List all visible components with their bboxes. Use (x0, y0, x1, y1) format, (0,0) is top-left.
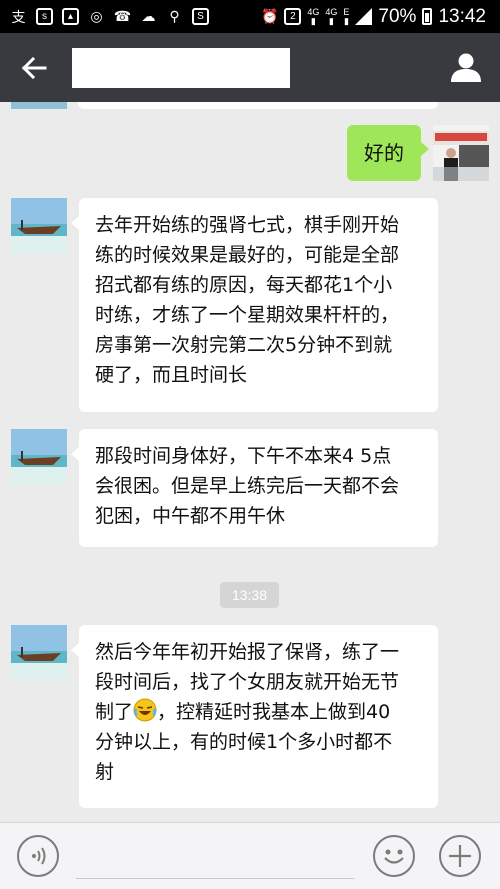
message-line: 时练，才练了一个星期效果杆杆的， (95, 304, 400, 326)
plus-icon (449, 845, 471, 867)
input-bar (0, 822, 500, 889)
message-line: 去年开始练的强肾七式，棋手刚开始 (95, 214, 400, 236)
voice-button[interactable] (17, 835, 59, 877)
s-icon: S (192, 8, 209, 25)
message-bubble-outgoing[interactable]: 好的 (347, 125, 429, 181)
weibo-icon: ◎ (90, 8, 103, 24)
sim2-icon: 2 (284, 8, 302, 25)
network-indicator-2: 4G ▮ (325, 6, 338, 26)
laughing-crying-emoji-icon (133, 698, 157, 722)
message-bubble[interactable] (78, 102, 438, 109)
message-line: 练的时候效果是最好的，可能是全部 (95, 244, 400, 266)
avatar[interactable] (11, 102, 67, 109)
smiley-icon (384, 849, 404, 864)
network-indicator: 4G ▮ (307, 6, 320, 26)
message-line: 房事第一次射完第二次5分钟不到就 (95, 334, 393, 356)
message-text: ，控精延时我基本上做到40 (157, 701, 391, 723)
avatar-self[interactable] (433, 125, 489, 181)
message-line: 那段时间身体好，下午不本来4 5点 (95, 445, 392, 467)
message-line: 射 (95, 761, 115, 783)
arrow-left-icon[interactable] (20, 54, 48, 82)
emoji-button[interactable] (373, 835, 415, 877)
person-icon[interactable] (450, 52, 482, 82)
network-indicator-3: E ▮ (343, 6, 350, 26)
battery-icon (422, 8, 433, 25)
timestamp-badge: 13:38 (220, 582, 279, 608)
message-bubble-incoming[interactable]: 去年开始练的强肾七式，棋手刚开始 练的时候效果是最好的，可能是全部 招式都有练的… (71, 198, 438, 412)
chat-header (0, 33, 500, 102)
alipay-icon: 支 (11, 8, 26, 25)
weather-icon: ☁ (141, 8, 156, 24)
message-line: 硬了，而且时间长 (95, 364, 248, 386)
message-input[interactable] (76, 878, 354, 879)
message-line: 分钟以上，有的时候1个多小时都不 (95, 731, 393, 753)
status-bar: 支 s ▴ ◎ ☎ ☁ ⚲ S ⏰ 2 4G ▮ 4G ▮ E ▮ 70% 13:42 (0, 0, 500, 33)
signal-icon (355, 8, 373, 25)
chat-title (72, 48, 290, 88)
more-button[interactable] (439, 835, 481, 877)
message-line: 会很困。但是早上练完后一天都不会 (95, 475, 400, 497)
wechat-s-icon: s (36, 8, 53, 25)
message-list[interactable]: 好的 去年开始练的强肾七式，棋手刚开始 练的时候效果是最好的，可能是全部 招式都… (0, 102, 500, 822)
alarm-icon: ⏰ (261, 8, 279, 24)
message-line: 犯困，中午都不用午休 (95, 505, 286, 527)
avatar-contact[interactable] (11, 625, 67, 681)
message-line: 制了 ，控精延时我基本上做到40 (95, 697, 425, 727)
message-bubble-incoming[interactable]: 那段时间身体好，下午不本来4 5点 会很困。但是早上练完后一天都不会 犯困，中午… (71, 429, 438, 547)
avatar-contact[interactable] (11, 198, 67, 254)
clock: 13:42 (438, 5, 486, 27)
message-line: 段时间后，找了个女朋友就开始无节 (95, 671, 400, 693)
message-line: 然后今年年初开始报了保肾，练了一 (95, 641, 400, 663)
message-bubble-incoming[interactable]: 然后今年年初开始报了保肾，练了一 段时间后，找了个女朋友就开始无节 制了 ，控精… (71, 625, 438, 808)
message-text: 制了 (95, 701, 134, 723)
run-icon: ⚲ (169, 8, 180, 24)
gallery-icon: ▴ (62, 8, 79, 25)
message-text: 好的 (364, 141, 404, 165)
message-line: 招式都有练的原因，每天都花1个小 (95, 274, 393, 296)
voice-icon (32, 847, 46, 865)
battery-percent: 70% (378, 5, 417, 27)
avatar-contact[interactable] (11, 429, 67, 485)
missed-call-icon: ☎ (113, 8, 132, 24)
